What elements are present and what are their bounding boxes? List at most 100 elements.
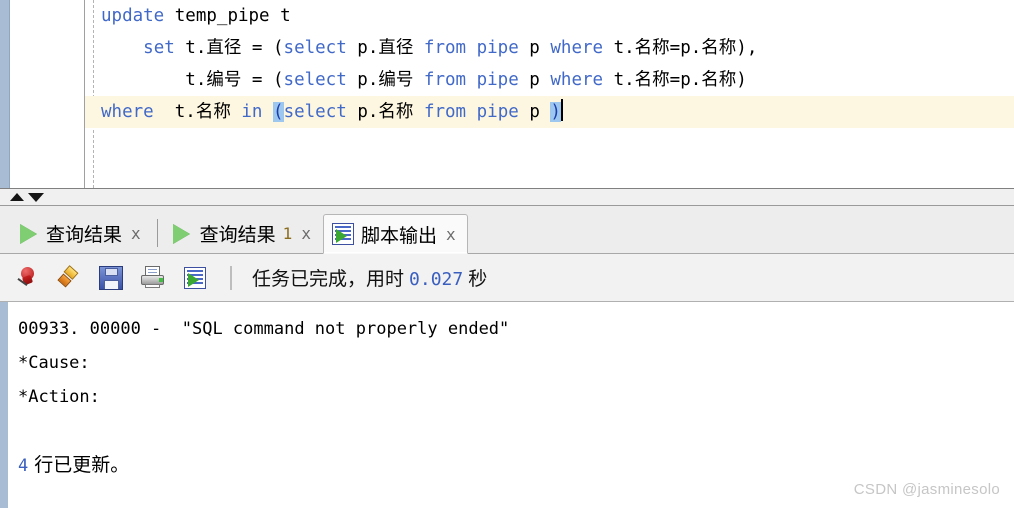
- code-token: = (: [241, 38, 284, 58]
- code-token: temp_pipe: [174, 6, 270, 26]
- editor-code-area[interactable]: update temp_pipe t set t.直径 = (select p.…: [85, 0, 1014, 188]
- print-icon[interactable]: [138, 263, 168, 293]
- watermark: CSDN @jasminesolo: [853, 481, 1000, 498]
- script-output-icon: [331, 223, 354, 245]
- code-token: p: [518, 70, 551, 90]
- code-token: = (: [241, 70, 284, 90]
- code-token: t.: [174, 38, 207, 58]
- pin-icon[interactable]: [12, 263, 42, 293]
- editor-left-rail: [0, 0, 10, 188]
- tab-close-icon[interactable]: x: [446, 225, 456, 244]
- toolbar-divider: [230, 265, 232, 290]
- eraser-icon[interactable]: [54, 263, 84, 293]
- code-token: 名称: [634, 70, 670, 90]
- sql-editor-pane[interactable]: update temp_pipe t set t.直径 = (select p.…: [0, 0, 1014, 188]
- code-token: 直径: [378, 38, 414, 58]
- code-token: 名称: [701, 70, 737, 90]
- code-token: t.: [603, 38, 635, 58]
- tab-close-icon[interactable]: x: [301, 224, 311, 243]
- code-token: update: [101, 6, 165, 26]
- code-token: pipe: [476, 70, 519, 90]
- tab-index-number: 1: [282, 224, 293, 243]
- status-suffix: 秒: [468, 268, 488, 290]
- code-token: ): [550, 102, 561, 122]
- code-token: =p.: [669, 38, 702, 58]
- tab-query-result[interactable]: 查询结果 x: [8, 213, 153, 253]
- code-line[interactable]: set t.直径 = (select p.直径 from pipe p wher…: [85, 32, 1014, 64]
- script-output-text[interactable]: 00933. 00000 - "SQL command not properly…: [8, 302, 1014, 508]
- rows-updated-text: 行已更新。: [28, 454, 130, 476]
- code-token: where: [550, 38, 604, 58]
- sql-code[interactable]: update temp_pipe t set t.直径 = (select p.…: [85, 0, 1014, 128]
- code-token: t.: [603, 70, 635, 90]
- code-token: pipe: [476, 38, 519, 58]
- code-token: where: [101, 102, 154, 122]
- text-caret: [560, 99, 563, 121]
- code-token: select: [283, 70, 347, 90]
- tab-label: 查询结果: [46, 224, 123, 246]
- tab-script-output[interactable]: 脚本输出 x: [322, 214, 468, 254]
- code-token: select: [283, 102, 347, 122]
- code-line[interactable]: update temp_pipe t: [85, 0, 1014, 32]
- code-token: 编号: [206, 70, 242, 90]
- tab-label: 查询结果: [199, 224, 276, 246]
- code-token: =p.: [669, 70, 702, 90]
- code-line[interactable]: where t.名称 in (select p.名称 from pipe p ): [85, 96, 1014, 128]
- script-output-icon[interactable]: [180, 263, 210, 293]
- code-token: 直径: [206, 38, 242, 58]
- script-output-pane[interactable]: 00933. 00000 - "SQL command not properly…: [0, 302, 1014, 508]
- code-token: 名称: [378, 102, 414, 122]
- code-token: in: [241, 102, 263, 122]
- code-token: t: [280, 6, 291, 26]
- code-token: p: [518, 102, 551, 122]
- output-toolbar[interactable]: 任务已完成，用时 0.027 秒: [0, 254, 1014, 302]
- rows-updated-line: 4 行已更新。: [18, 448, 1014, 483]
- task-status: 任务已完成，用时 0.027 秒: [252, 264, 487, 291]
- code-token: (: [273, 102, 284, 122]
- play-icon: [17, 223, 39, 245]
- status-elapsed-value: 0.027: [409, 269, 464, 290]
- splitter-down-arrow-icon[interactable]: [28, 192, 44, 202]
- editor-line-gutter[interactable]: [10, 0, 85, 188]
- tab-query-result[interactable]: 查询结果 1 x: [162, 213, 323, 253]
- code-token: t.: [185, 70, 207, 90]
- code-token: from: [423, 102, 467, 122]
- save-icon[interactable]: [96, 263, 126, 293]
- output-line: *Cause:: [18, 353, 90, 373]
- code-token: 名称: [195, 102, 231, 122]
- code-token: select: [283, 38, 347, 58]
- code-token: where: [550, 70, 604, 90]
- code-token: 编号: [378, 70, 414, 90]
- code-token: set: [143, 38, 175, 58]
- code-token: 名称: [701, 38, 737, 58]
- status-prefix: 任务已完成，用时: [252, 268, 405, 290]
- code-token: t.: [153, 102, 196, 122]
- sqldeveloper-window: update temp_pipe t set t.直径 = (select p.…: [0, 0, 1014, 508]
- code-token: 名称: [634, 38, 670, 58]
- code-token: p.: [346, 38, 379, 58]
- tab-close-icon[interactable]: x: [131, 224, 141, 243]
- result-tabstrip[interactable]: 查询结果 x 查询结果 1 x 脚本输出 x: [0, 206, 1014, 254]
- code-token: pipe: [476, 102, 519, 122]
- code-token: p: [518, 38, 551, 58]
- tab-label: 脚本输出: [360, 224, 437, 247]
- code-token: from: [423, 38, 467, 58]
- code-token: p.: [346, 70, 379, 90]
- output-blank-line: [18, 414, 1014, 448]
- code-token: ),: [736, 38, 758, 58]
- code-line[interactable]: t.编号 = (select p.编号 from pipe p where t.…: [85, 64, 1014, 96]
- pane-splitter[interactable]: [0, 188, 1014, 206]
- output-line: *Action:: [18, 387, 100, 407]
- splitter-up-arrow-icon[interactable]: [10, 193, 24, 201]
